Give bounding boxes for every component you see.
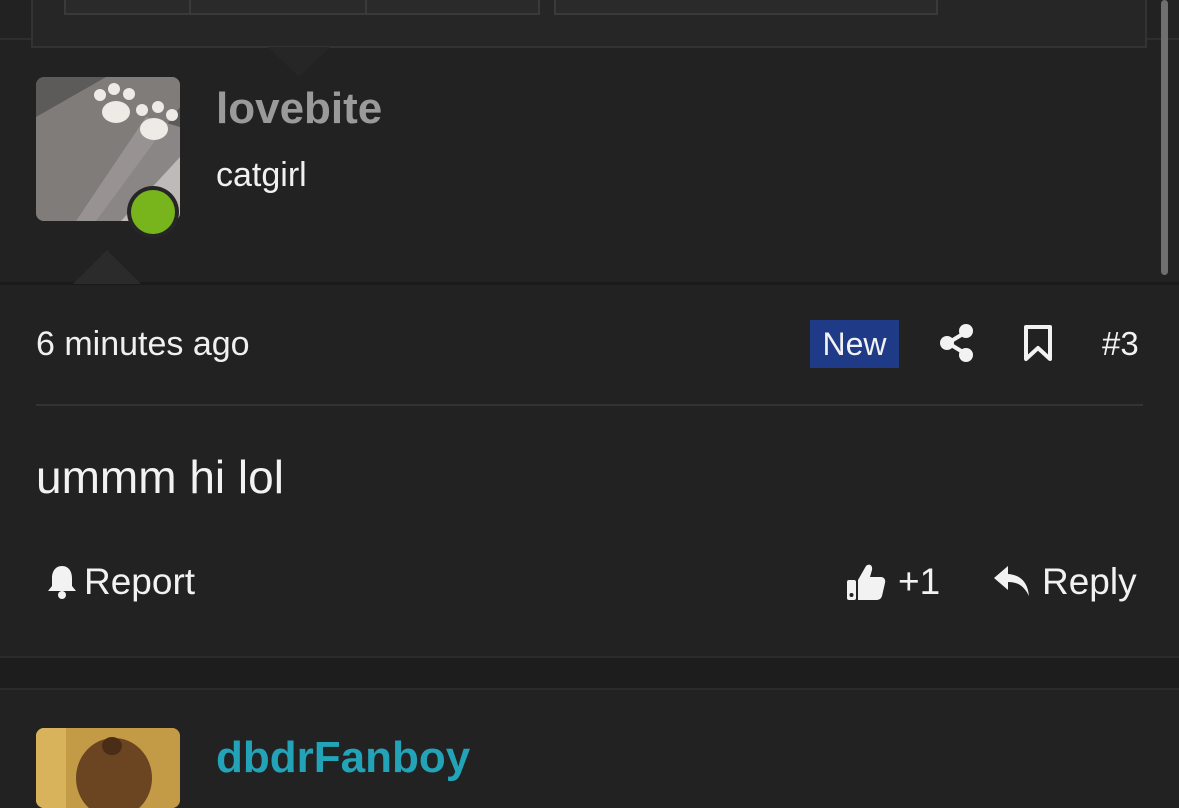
author-caret: [73, 250, 141, 284]
reply-label: Reply: [1042, 561, 1137, 602]
avatar-image: [36, 728, 180, 808]
popup-cell: [64, 0, 191, 15]
post-number-link[interactable]: #3: [1102, 325, 1139, 363]
reply-button[interactable]: Reply: [992, 561, 1137, 603]
popup-tail: [268, 47, 330, 77]
avatar[interactable]: [36, 728, 180, 808]
like-button[interactable]: +1: [846, 561, 940, 603]
popup-cell: [365, 0, 540, 15]
report-button[interactable]: Report: [46, 561, 195, 603]
bell-icon: [48, 566, 76, 599]
divider: [0, 282, 1179, 285]
bookmark-icon[interactable]: [1023, 324, 1053, 367]
post-message: ummm hi lol: [36, 451, 284, 503]
next-author-username[interactable]: dbdrFanboy: [216, 733, 470, 783]
reply-icon: [994, 566, 1029, 596]
author-title: catgirl: [216, 156, 307, 194]
like-count: +1: [898, 561, 941, 602]
popup-cell: [554, 0, 938, 15]
report-label: Report: [84, 561, 196, 602]
author-username[interactable]: lovebite: [216, 84, 382, 134]
post-separator: [0, 656, 1179, 690]
thumbs-up-icon: [847, 564, 886, 600]
online-status-icon: [131, 190, 175, 234]
divider: [0, 38, 31, 40]
post-time[interactable]: 6 minutes ago: [36, 325, 250, 364]
popup-cell: [189, 0, 367, 15]
divider: [36, 404, 1143, 406]
scrollbar[interactable]: [1161, 0, 1168, 275]
share-icon[interactable]: [940, 324, 974, 367]
new-badge: New: [810, 320, 899, 368]
